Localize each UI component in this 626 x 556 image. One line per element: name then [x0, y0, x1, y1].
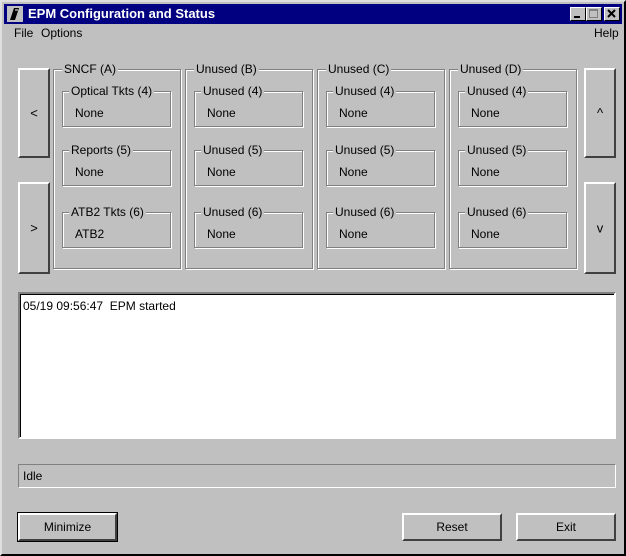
slot-value: None — [207, 227, 236, 241]
reset-label: Reset — [436, 520, 468, 534]
slot-label: Unused (4) — [201, 84, 265, 98]
slot-label: Reports (5) — [69, 143, 134, 157]
slot-label: Unused (5) — [333, 143, 397, 157]
minimize-window-button[interactable] — [570, 7, 586, 21]
slot-value: None — [75, 165, 104, 179]
menu-bar: File Options Help — [4, 24, 622, 42]
slot-value: ATB2 — [75, 227, 105, 241]
epm-window: EPM Configuration and Status File Option… — [0, 0, 626, 556]
slot-d-6: Unused (6) None — [458, 205, 567, 248]
minimize-icon — [574, 16, 580, 18]
slot-label: Unused (6) — [201, 205, 265, 219]
slot-b-4: Unused (4) None — [194, 84, 303, 127]
minimize-button[interactable]: Minimize — [17, 512, 118, 542]
slot-label: Unused (4) — [465, 84, 529, 98]
group-unused-c: Unused (C) Unused (4) None Unused (5) None… — [317, 62, 445, 269]
nav-left-up-label: < — [30, 105, 38, 121]
slot-a-6: ATB2 Tkts (6) ATB2 — [62, 205, 171, 248]
close-window-button[interactable] — [604, 7, 620, 21]
exit-label: Exit — [555, 520, 576, 534]
group-label: Unused (D) — [458, 62, 524, 76]
slot-a-5: Reports (5) None — [62, 143, 171, 186]
slot-label: Unused (6) — [465, 205, 529, 219]
window-title: EPM Configuration and Status — [28, 6, 216, 21]
slot-value: None — [339, 227, 368, 241]
group-label: Unused (B) — [194, 62, 259, 76]
exit-button[interactable]: Exit — [516, 513, 616, 541]
group-label: SNCF (A) — [62, 62, 118, 76]
nav-right-up-label: ^ — [596, 105, 604, 121]
scroll-right-down-button[interactable]: v — [584, 182, 616, 274]
status-bar: Idle — [18, 464, 616, 488]
slot-d-5: Unused (5) None — [458, 143, 567, 186]
app-icon — [7, 6, 23, 22]
slot-label: Unused (5) — [201, 143, 265, 157]
slot-c-4: Unused (4) None — [326, 84, 435, 127]
slot-c-6: Unused (6) None — [326, 205, 435, 248]
group-label: Unused (C) — [326, 62, 392, 76]
group-unused-b: Unused (B) Unused (4) None Unused (5) None… — [185, 62, 313, 269]
scroll-left-up-button[interactable]: < — [18, 68, 50, 158]
menu-options[interactable]: Options — [41, 26, 82, 40]
title-bar[interactable]: EPM Configuration and Status — [4, 4, 622, 24]
reset-button[interactable]: Reset — [402, 513, 502, 541]
scroll-left-down-button[interactable]: > — [18, 182, 50, 274]
slot-b-6: Unused (6) None — [194, 205, 303, 248]
menu-help[interactable]: Help — [594, 26, 619, 40]
maximize-window-button[interactable] — [586, 7, 602, 21]
slot-value: None — [207, 106, 236, 120]
group-sncf-a: SNCF (A) Optical Tkts (4) None Reports (5… — [53, 62, 181, 269]
event-log[interactable]: 05/19 09:56:47 EPM started — [18, 292, 616, 439]
slot-a-4: Optical Tkts (4) None — [62, 84, 171, 127]
slot-value: None — [75, 106, 104, 120]
slot-b-5: Unused (5) None — [194, 143, 303, 186]
slot-label: Unused (6) — [333, 205, 397, 219]
slot-label: Unused (5) — [465, 143, 529, 157]
slot-label: Optical Tkts (4) — [69, 84, 155, 98]
slot-value: None — [339, 165, 368, 179]
nav-right-down-label: v — [596, 220, 604, 236]
log-line: 05/19 09:56:47 EPM started — [23, 299, 176, 313]
nav-left-down-label: > — [30, 220, 38, 236]
slot-label: Unused (4) — [333, 84, 397, 98]
minimize-label: Minimize — [43, 520, 92, 534]
slot-value: None — [471, 106, 500, 120]
scroll-right-up-button[interactable]: ^ — [584, 68, 616, 158]
slot-c-5: Unused (5) None — [326, 143, 435, 186]
maximize-icon — [589, 9, 598, 18]
slot-value: None — [471, 227, 500, 241]
slot-d-4: Unused (4) None — [458, 84, 567, 127]
slot-value: None — [339, 106, 368, 120]
menu-file[interactable]: File — [14, 26, 33, 40]
slot-label: ATB2 Tkts (6) — [69, 205, 146, 219]
slot-value: None — [471, 165, 500, 179]
status-text: Idle — [23, 469, 43, 483]
group-unused-d: Unused (D) Unused (4) None Unused (5) None… — [449, 62, 577, 269]
close-icon — [607, 9, 616, 18]
slot-value: None — [207, 165, 236, 179]
